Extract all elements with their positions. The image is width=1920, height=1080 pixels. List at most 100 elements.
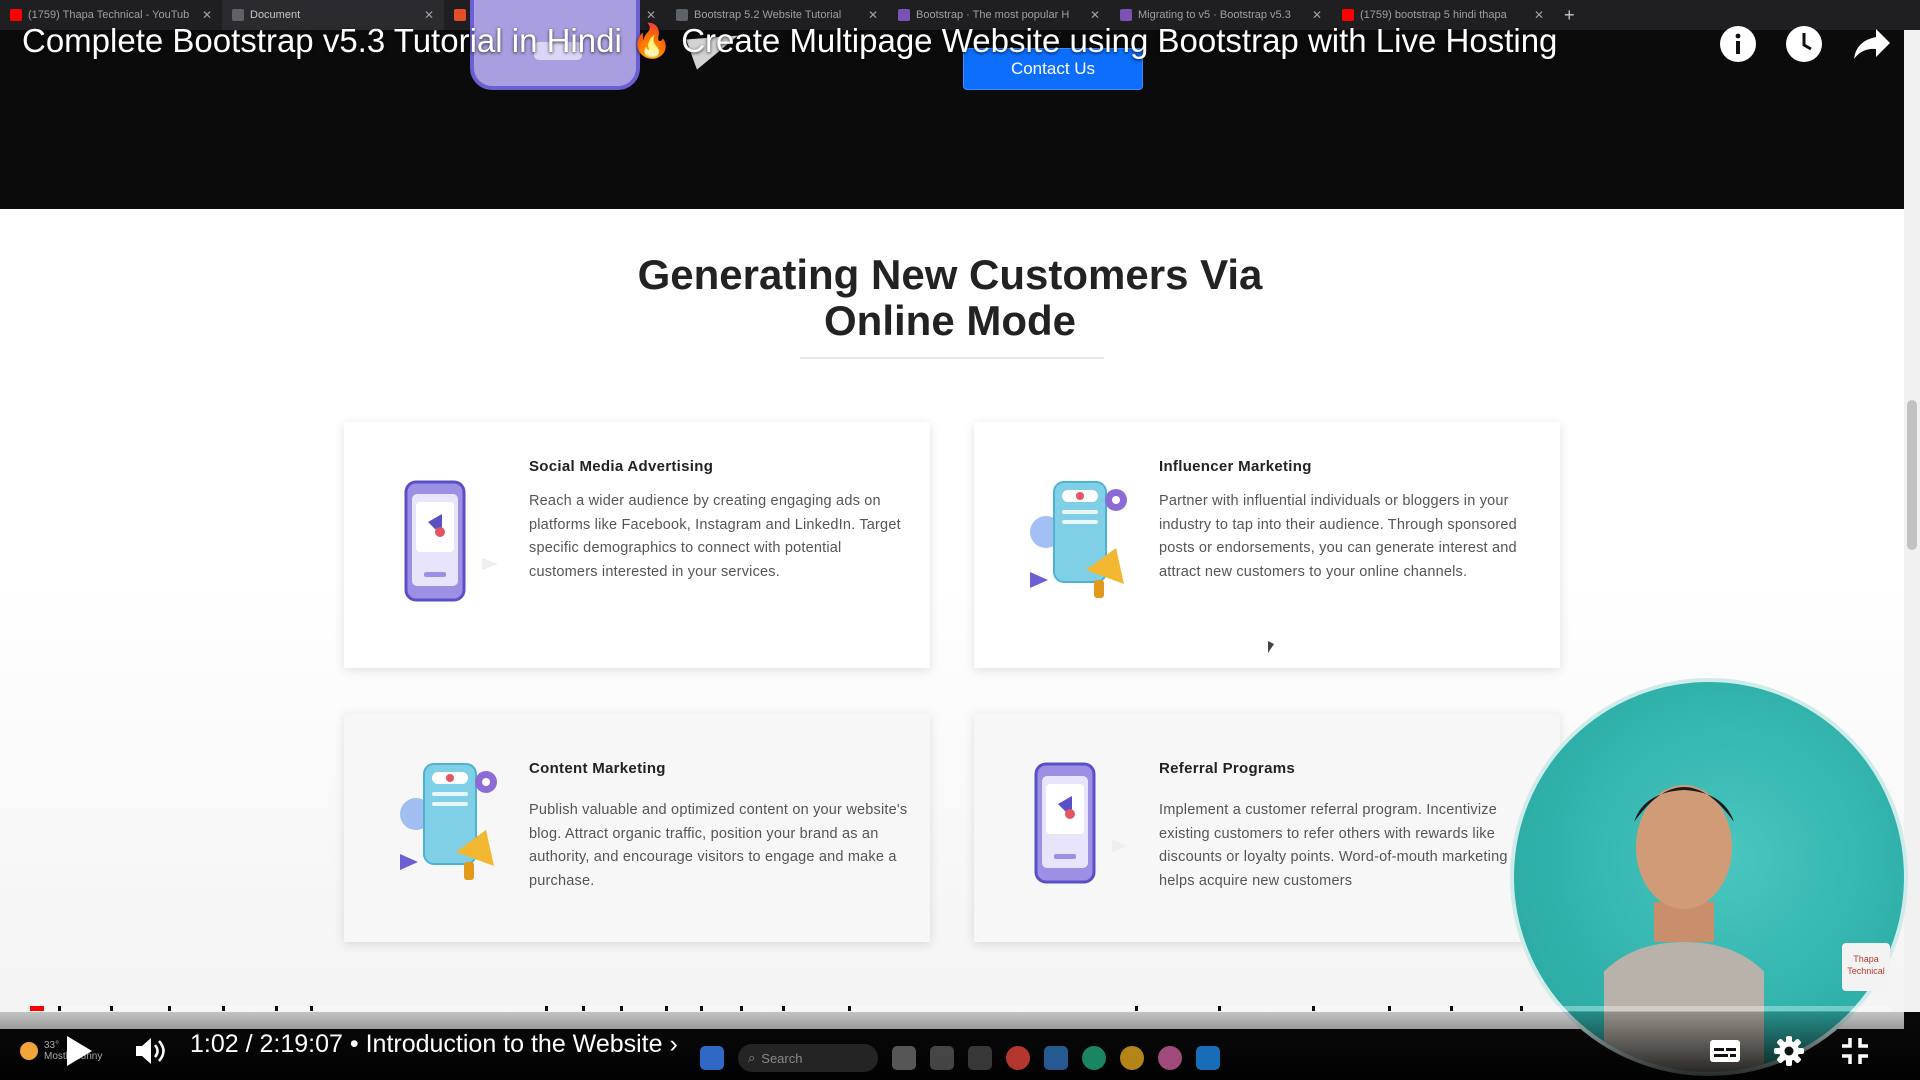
edge-icon[interactable] — [1082, 1046, 1106, 1070]
vscode-icon[interactable] — [1196, 1046, 1220, 1070]
task-view-icon[interactable] — [930, 1046, 954, 1070]
tab-title: Bootstrap · The most popular H — [916, 9, 1070, 21]
taskbar-search[interactable]: ⌕ Search — [738, 1044, 878, 1072]
video-title[interactable]: Complete Bootstrap v5.3 Tutorial in Hind… — [22, 22, 1557, 61]
chapter-title[interactable]: • Introduction to the Website — [350, 1030, 663, 1058]
tab-favicon-icon — [898, 9, 910, 21]
chapter-marker — [222, 1006, 225, 1011]
chapter-marker — [1520, 1006, 1523, 1011]
time-current: 1:02 — [190, 1030, 239, 1058]
card-referral-programs: Referral Programs Implement a customer r… — [974, 714, 1560, 942]
volume-icon — [136, 1038, 165, 1064]
taskbar-search-placeholder: Search — [761, 1050, 803, 1066]
card-social-media-advertising: Social Media Advertising Reach a wider a… — [344, 422, 930, 668]
chapter-marker — [1218, 1006, 1221, 1011]
chapter-marker — [740, 1006, 743, 1011]
card-text: Reach a wider audience by creating engag… — [529, 493, 901, 580]
watch-later-icon[interactable] — [1784, 24, 1824, 64]
settings-button[interactable] — [1766, 1030, 1812, 1072]
gear-icon — [1774, 1036, 1804, 1066]
chrome-icon[interactable] — [1120, 1046, 1144, 1070]
phone-megaphone-gear-icon — [400, 763, 497, 880]
chapter-marker — [58, 1006, 61, 1011]
tab-title: (1759) Thapa Technical - YouTub — [28, 9, 190, 21]
chapter-marker — [310, 1006, 313, 1011]
tab-title: Migrating to v5 · Bootstrap v5.3 — [1138, 9, 1291, 21]
chapter-marker — [275, 1006, 278, 1011]
card-content-marketing: Content Marketing Publish valuable and o… — [344, 714, 930, 942]
scrollbar-thumb[interactable] — [1907, 400, 1917, 550]
app-icon[interactable] — [968, 1046, 992, 1070]
file-explorer-icon[interactable] — [892, 1046, 916, 1070]
new-tab-button[interactable]: + — [1554, 5, 1585, 26]
tab-close-icon[interactable]: ✕ — [424, 8, 434, 22]
chapter-marker — [1388, 1006, 1391, 1011]
play-icon — [67, 1036, 92, 1066]
progress-played — [30, 1006, 44, 1011]
card-text: Implement a customer referral program. I… — [1159, 802, 1508, 889]
tab-title: Bootstrap 5.2 Website Tutorial — [694, 9, 842, 21]
card-text: Publish valuable and optimized content o… — [529, 802, 908, 889]
tab-close-icon[interactable]: ✕ — [646, 8, 656, 22]
tab-favicon-icon — [1342, 9, 1354, 21]
title-underline — [800, 357, 1104, 359]
chapter-marker — [110, 1006, 113, 1011]
chapter-marker — [168, 1006, 171, 1011]
phone-megaphone-icon — [404, 480, 498, 602]
exit-fullscreen-icon — [1842, 1038, 1868, 1064]
card-title: Referral Programs — [1159, 760, 1295, 777]
share-icon[interactable] — [1852, 24, 1892, 64]
sun-icon — [20, 1042, 38, 1060]
progress-bar[interactable] — [30, 1006, 1890, 1011]
tab-close-icon[interactable]: ✕ — [202, 8, 212, 22]
card-influencer-marketing: Influencer Marketing Partner with influe… — [974, 422, 1560, 668]
chapter-marker — [620, 1006, 623, 1011]
section-title-line-1: Generating New Customers Via — [637, 251, 1263, 298]
tab-favicon-icon — [454, 9, 466, 21]
windows-start-icon[interactable] — [700, 1046, 724, 1070]
chapter-marker — [782, 1006, 785, 1011]
section-title: Generating New Customers Via Online Mode — [560, 252, 1340, 344]
volume-button[interactable] — [130, 1030, 170, 1072]
taskbar: ⌕ Search — [700, 1040, 1220, 1076]
info-icon[interactable] — [1718, 24, 1758, 64]
tab-close-icon[interactable]: ✕ — [1534, 8, 1544, 22]
subtitles-button[interactable] — [1702, 1030, 1748, 1072]
tab-close-icon[interactable]: ✕ — [868, 8, 878, 22]
chapter-marker — [582, 1006, 585, 1011]
time-total: 2:19:07 — [259, 1030, 343, 1058]
channel-watermark[interactable]: Thapa Technical — [1842, 943, 1890, 991]
tab-close-icon[interactable]: ✕ — [1090, 8, 1100, 22]
tab-favicon-icon — [676, 9, 688, 21]
tab-title: (1759) bootstrap 5 hindi thapa — [1360, 9, 1507, 21]
phone-megaphone-icon — [1034, 762, 1128, 884]
card-text: Partner with influential individuals or … — [1159, 493, 1517, 580]
chapter-chevron-icon[interactable]: › — [669, 1030, 677, 1058]
app-icon[interactable] — [1006, 1046, 1030, 1070]
tab-favicon-icon — [232, 9, 244, 21]
section-title-line-2: Online Mode — [824, 297, 1076, 344]
chapter-marker — [665, 1006, 668, 1011]
play-button[interactable] — [58, 1030, 100, 1072]
search-icon: ⌕ — [748, 1050, 756, 1065]
chapter-marker — [848, 1006, 851, 1011]
chapter-marker — [1450, 1006, 1453, 1011]
exit-fullscreen-button[interactable] — [1832, 1030, 1878, 1072]
card-title: Content Marketing — [529, 760, 666, 777]
app-icon[interactable] — [1044, 1046, 1068, 1070]
tab-favicon-icon — [10, 9, 22, 21]
chapter-marker — [545, 1006, 548, 1011]
chapter-marker — [1312, 1006, 1315, 1011]
tab-favicon-icon — [1120, 9, 1132, 21]
time-readout: 1:02 / 2:19:07 • Introduction to the Web… — [190, 1030, 678, 1058]
chapter-marker — [700, 1006, 703, 1011]
chapter-marker — [1135, 1006, 1138, 1011]
card-title: Social Media Advertising — [529, 458, 714, 475]
subtitles-icon — [1710, 1040, 1740, 1062]
phone-megaphone-gear-icon — [1030, 481, 1127, 598]
chrome-canary-icon[interactable] — [1158, 1046, 1182, 1070]
tab-close-icon[interactable]: ✕ — [1312, 8, 1322, 22]
card-title: Influencer Marketing — [1159, 458, 1312, 475]
mouse-cursor-icon — [1268, 641, 1274, 653]
tab-title: Document — [250, 9, 301, 21]
